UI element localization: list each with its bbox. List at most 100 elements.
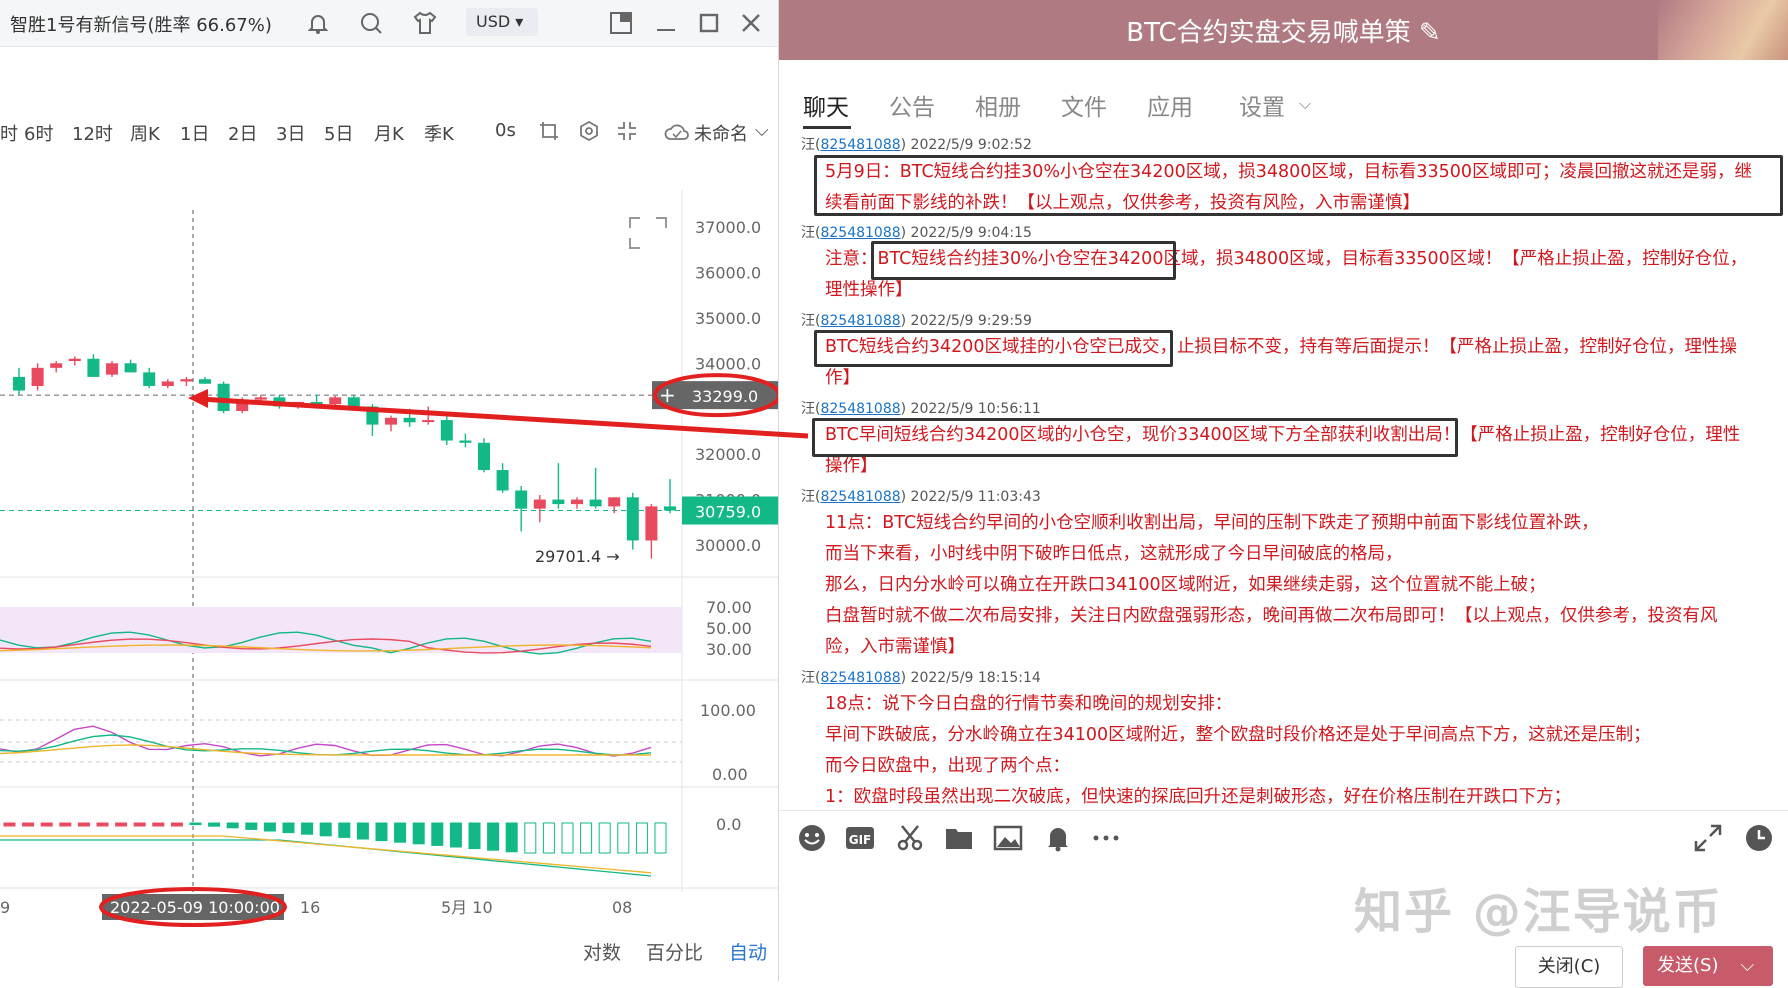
candle-body (106, 363, 118, 375)
message-line: 18点：说下今日白盘的行情节奏和晚间的规划安排： (825, 694, 1233, 714)
x-axis-label: 08 (612, 898, 632, 917)
sender-id-link[interactable]: 825481088 (820, 670, 900, 686)
log-scale-toggle[interactable]: 对数 (583, 938, 621, 965)
price-tick-label: 32000.0 (695, 445, 761, 464)
macd-bar (617, 822, 630, 854)
tab-chat[interactable]: 聊天 (803, 88, 849, 122)
message-meta: 汪(825481088) 2022/5/9 9:04:15 (801, 222, 1032, 242)
close-button[interactable]: 关闭(C) (1515, 946, 1623, 988)
macd-bar (561, 822, 574, 854)
layout-name[interactable]: 未命名 (694, 120, 748, 146)
sender-id-link[interactable]: 825481088 (820, 401, 900, 417)
group-title: BTC合约实盘交易喊单策 ✎ (779, 12, 1788, 49)
crop-icon[interactable] (538, 120, 560, 142)
tab-apps[interactable]: 应用 (1147, 88, 1193, 122)
tf-hour[interactable]: 时 (0, 120, 18, 146)
settings-icon[interactable] (578, 120, 600, 142)
candle-body (608, 497, 621, 507)
auto-scale-toggle[interactable]: 自动 (729, 938, 767, 965)
candle-body (422, 420, 435, 423)
macd-bar (226, 822, 239, 829)
macd-bar (133, 822, 146, 827)
rsi-tick-label: 30.00 (706, 640, 752, 659)
close-icon[interactable] (738, 10, 764, 36)
message-line: 白盘暂时就不做二次布局安排，关注日内欧盘强弱形态，晚间再做二次布局即可！【以上观… (825, 606, 1718, 626)
edit-icon[interactable]: ✎ (1419, 18, 1441, 48)
tf-2d[interactable]: 2日 (228, 120, 257, 146)
image-icon[interactable] (993, 823, 1023, 853)
sender-id-link[interactable]: 825481088 (820, 225, 900, 241)
candle-body (273, 397, 286, 407)
bell-icon[interactable] (1043, 823, 1073, 853)
candle-body (329, 397, 342, 405)
tf-1d[interactable]: 1日 (180, 120, 209, 146)
collapse-icon[interactable] (616, 120, 638, 142)
tf-12h[interactable]: 12时 (72, 120, 113, 146)
cloud-icon[interactable] (664, 122, 690, 142)
message-meta: 汪(825481088) 2022/5/9 9:29:59 (801, 310, 1032, 330)
macd-bar (319, 822, 332, 837)
tab-album[interactable]: 相册 (975, 88, 1021, 122)
bell-icon[interactable] (305, 10, 331, 36)
message-line: 注意：BTC短线合约挂30%小仓空在34200区域，损34800区域，目标看33… (825, 249, 1748, 269)
message-list[interactable]: 汪(825481088) 2022/5/9 9:02:52 5月9日：BTC短线… (779, 130, 1788, 810)
tf-week[interactable]: 周K (130, 120, 160, 146)
more-icon[interactable] (1091, 823, 1121, 853)
search-icon[interactable] (358, 10, 384, 36)
price-tick-label: 34000.0 (695, 354, 761, 373)
tab-announcement[interactable]: 公告 (889, 88, 935, 122)
folder-icon[interactable] (944, 823, 974, 853)
minimize-icon[interactable] (653, 10, 679, 36)
macd-bar (301, 822, 314, 835)
popout-icon[interactable] (608, 10, 634, 36)
message-time: ) 2022/5/9 11:03:43 (900, 489, 1041, 505)
sender-id-link[interactable]: 825481088 (820, 489, 900, 505)
macd-bar (394, 822, 407, 843)
sender-id-link[interactable]: 825481088 (820, 137, 900, 153)
expand-chart-icon (629, 217, 667, 249)
tab-settings[interactable]: 设置 (1239, 88, 1285, 122)
chevron-down-icon[interactable]: ⌵ (755, 120, 769, 141)
candle-body (533, 499, 546, 509)
skin-icon[interactable] (412, 10, 438, 36)
tf-3d[interactable]: 3日 (276, 120, 305, 146)
chart-title-bar: 智胜1号有新信号(胜率 66.67%) USD ▾ (0, 0, 778, 47)
chevron-down-icon[interactable]: ⌵ (1740, 955, 1754, 976)
macd-bar (263, 822, 276, 832)
sender-id-link[interactable]: 825481088 (820, 313, 900, 329)
message-time: ) 2022/5/9 18:15:14 (900, 670, 1041, 686)
scissors-icon[interactable] (895, 823, 925, 853)
tf-5d[interactable]: 5日 (324, 120, 353, 146)
candle-body (478, 442, 490, 471)
price-chart[interactable]: 37000.036000.035000.034000.032000.031000… (0, 150, 778, 930)
chevron-down-icon[interactable]: ⌵ (1299, 94, 1311, 114)
message-line: 理性操作】 (825, 280, 913, 300)
macd-bar (505, 822, 518, 853)
current-price-label: 33299.0 (692, 387, 758, 406)
candle-body (68, 358, 81, 362)
tf-month[interactable]: 月K (374, 120, 404, 146)
expand-icon[interactable] (1693, 823, 1723, 853)
kdj-tick-label: 0.00 (712, 765, 748, 784)
percent-scale-toggle[interactable]: 百分比 (646, 938, 703, 965)
macd-bar (431, 822, 444, 846)
emoji-icon[interactable] (797, 823, 827, 853)
price-tick-label: 35000.0 (695, 309, 761, 328)
maximize-icon[interactable] (696, 10, 722, 36)
history-clock-icon[interactable] (1744, 823, 1774, 853)
window-title: 智胜1号有新信号(胜率 66.67%) (10, 15, 272, 36)
sender-name: 汪( (801, 225, 821, 241)
tab-files[interactable]: 文件 (1061, 88, 1107, 122)
tf-season[interactable]: 季K (424, 120, 454, 146)
tf-0s[interactable]: 0s (495, 120, 516, 141)
send-label: 发送(S) (1657, 955, 1719, 976)
currency-select[interactable]: USD ▾ (466, 8, 538, 36)
candle-body (217, 383, 230, 411)
rsi-tick-label: 70.00 (706, 598, 752, 617)
send-button[interactable]: 发送(S) ⌵ (1643, 946, 1773, 986)
macd-bar (449, 822, 462, 848)
macd-bar (245, 822, 258, 830)
message-line: 1：欧盘时段虽然出现二次破底，但快速的探底回升还是刺破形态，好在价格压制在开跌口… (825, 787, 1572, 807)
gif-icon[interactable]: GIF (845, 823, 875, 853)
tf-6h[interactable]: 6时 (24, 120, 53, 146)
